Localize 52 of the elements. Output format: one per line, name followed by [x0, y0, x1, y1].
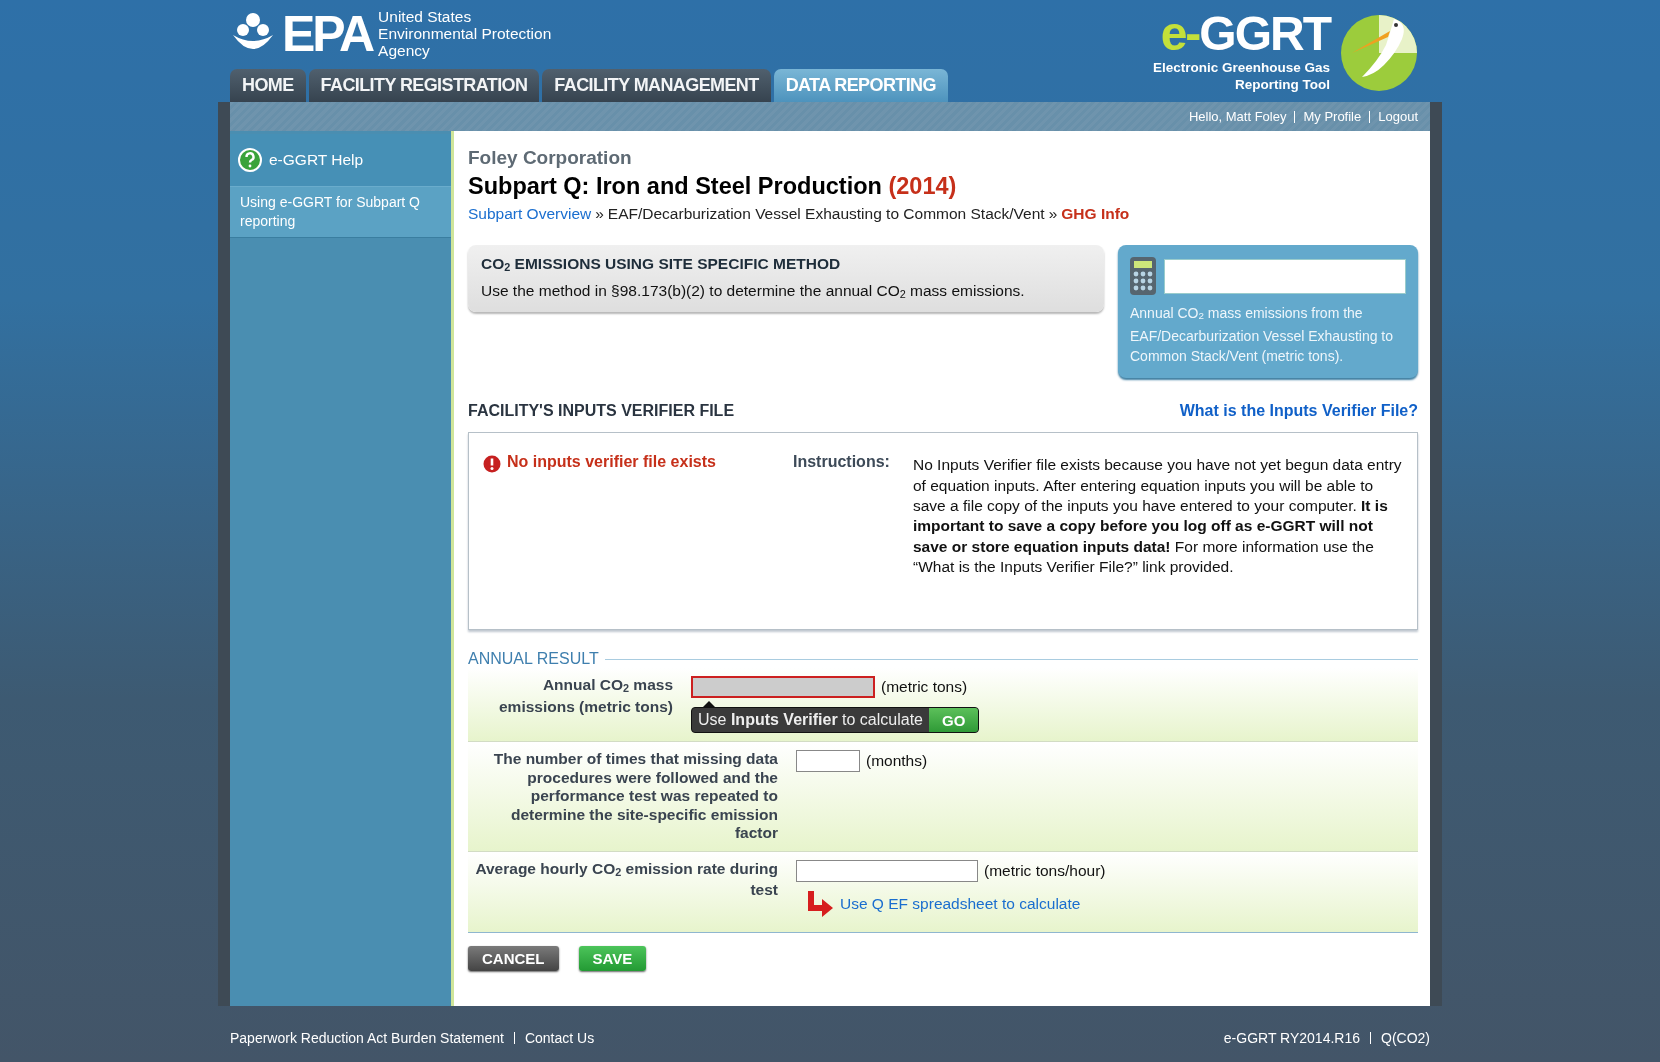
- agency-name: United States Environmental Protection Agency: [378, 8, 552, 59]
- status-message: No inputs verifier file exists: [507, 453, 716, 472]
- footer-link[interactable]: Paperwork Reduction Act Burden Statement: [230, 1030, 504, 1046]
- agency-logo: EPA: [282, 9, 373, 58]
- field-label: The number of times that missing data procedures were followed and the performance test was repeated to determine the site-specific emission factor: [492, 750, 778, 843]
- calculator-icon: [1130, 257, 1156, 295]
- nav-tab[interactable]: DATA REPORTING: [773, 69, 948, 102]
- result-field[interactable]: [1164, 258, 1406, 294]
- user-link[interactable]: My Profile: [1303, 109, 1362, 124]
- nav-tab[interactable]: FACILITY MANAGEMENT: [542, 69, 771, 102]
- save-button[interactable]: SAVE: [578, 945, 647, 971]
- company-name: Foley Corporation: [468, 147, 633, 169]
- help-title: e-GGRT Help: [269, 151, 364, 169]
- cancel-button[interactable]: CANCEL: [468, 945, 559, 971]
- nav-tab[interactable]: FACILITY REGISTRATION: [308, 69, 540, 102]
- breadcrumb-item: GHG Info: [1061, 205, 1130, 223]
- result-caption: Annual CO$_{2}$ mass emissions from the EAF/Decarburization Vessel Exhausting to Common Stack/Vent (metric tons).: [1130, 304, 1395, 367]
- breadcrumb-item: EAF/Decarburization Vessel Exhausting to Common Stack/Vent: [607, 205, 1045, 223]
- instructions-label: Instructions:: [793, 453, 891, 473]
- section-heading: FACILITY'S INPUTS VERIFIER FILE: [468, 402, 735, 421]
- section-heading: ANNUAL RESULT: [468, 650, 599, 669]
- method-text: Use the method in §98.173(b)(2) to determine the annual CO$_{2}$ mass emissions.: [481, 282, 1026, 300]
- arrow-icon: [806, 890, 834, 917]
- tool-name: Electronic Greenhouse Gas Reporting Tool: [1152, 59, 1330, 93]
- help-icon: [238, 148, 262, 172]
- months-field[interactable]: [796, 750, 860, 773]
- greeting-text: Hello, Matt Foley: [1188, 109, 1287, 124]
- help-link[interactable]: What is the Inputs Verifier File?: [1179, 402, 1418, 421]
- footer-text: Q(CO2): [1381, 1030, 1430, 1046]
- tool-logo: e-GGRT: [1160, 9, 1330, 59]
- unit-label: (months): [866, 752, 928, 771]
- breadcrumb-link[interactable]: Subpart Overview: [468, 205, 592, 223]
- footer-link[interactable]: Contact Us: [524, 1030, 595, 1046]
- page-title: Subpart Q: Iron and Steel Production (2014): [468, 173, 958, 200]
- breadcrumb-separator: »: [595, 205, 604, 223]
- spreadsheet-link[interactable]: Use Q EF spreadsheet to calculate: [840, 894, 1081, 913]
- user-link[interactable]: Logout: [1378, 109, 1418, 124]
- hint-text: Use Inputs Verifier to calculate: [697, 710, 924, 731]
- instructions-text: No Inputs Verifier file exists because you have not yet begun data entry of equation inputs. After entering equation inputs you will be able to save a file copy of the inputs you have entered to your computer. It is important to save a copy before you log off as e-GGRT will not save or store equation inputs data! For more information use the “What is the Inputs Verifier File?” link provided.: [913, 455, 1403, 577]
- alert-icon: [483, 455, 501, 474]
- unit-label: (metric tons): [881, 678, 968, 697]
- emission-rate-field[interactable]: [796, 859, 978, 882]
- help-link[interactable]: Using e-GGRT for Subpart Q reporting: [230, 186, 451, 238]
- unit-label: (metric tons/hour): [984, 861, 1106, 880]
- go-button[interactable]: GO: [929, 708, 979, 733]
- footer-text: e-GGRT RY2014.R16: [1223, 1030, 1360, 1046]
- nav-tab[interactable]: HOME: [230, 69, 306, 102]
- field-label: Average hourly CO$_{2}$ emission rate during test: [474, 859, 778, 901]
- method-heading: CO$_{2}$ EMISSIONS USING SITE SPECIFIC METHOD: [481, 255, 842, 273]
- annual-emissions-field[interactable]: [691, 676, 875, 699]
- breadcrumb-separator: »: [1048, 205, 1058, 223]
- field-label: Annual CO$_{2}$ mass emissions (metric tons): [498, 676, 673, 717]
